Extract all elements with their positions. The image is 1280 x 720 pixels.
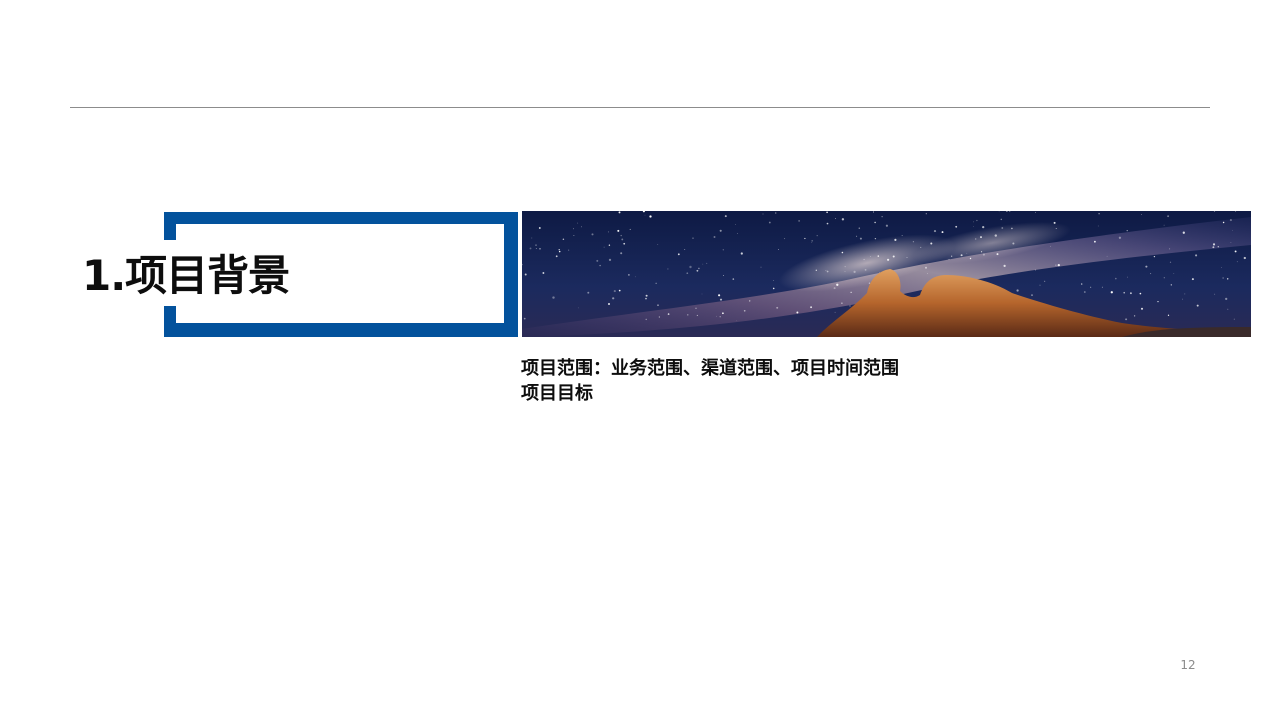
page-number: 12 (1180, 658, 1196, 672)
list-item: 项目目标 (521, 383, 593, 404)
list-item: 项目范围：业务范围、渠道范围、项目时间范围 (521, 358, 899, 379)
content-list: 项目范围：业务范围、渠道范围、项目时间范围 项目目标 (521, 356, 899, 406)
section-title: 1.项目背景 (82, 251, 290, 300)
milky-way-image (522, 211, 1251, 337)
header-divider (70, 107, 1210, 108)
night-sky-photo (522, 211, 1251, 337)
